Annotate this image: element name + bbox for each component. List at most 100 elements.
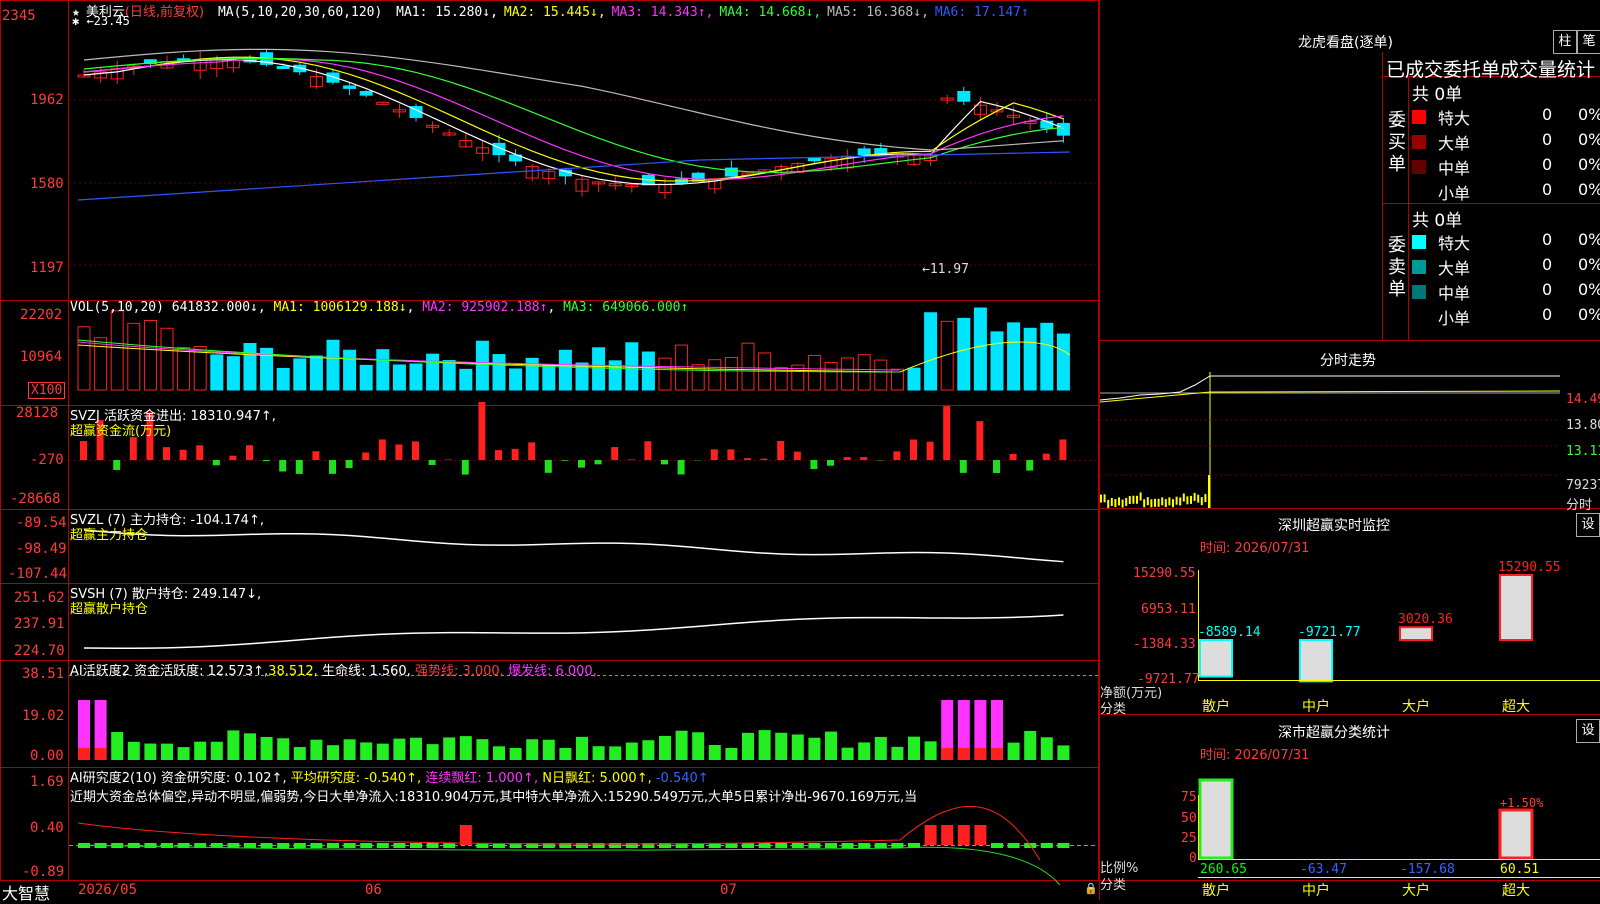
buy-label: 委买单 (1388, 110, 1408, 176)
svzj-bar-59 (1059, 439, 1066, 460)
sz-cat-3: 超大 (1502, 699, 1530, 715)
svzl-line (84, 530, 1063, 562)
vol-bar-38 (709, 360, 721, 390)
vol-bar-9 (227, 357, 239, 390)
intraday-vol-17 (1161, 497, 1163, 505)
ai-research-axis-1: 0.40 (30, 820, 64, 836)
intraday-vol-19 (1168, 497, 1170, 505)
ai-active-bar-45 (825, 732, 837, 760)
intraday-title[interactable]: 分时走势 (1320, 350, 1376, 370)
ai-research-bar-9 (227, 843, 239, 848)
vol-bar-55 (991, 332, 1003, 390)
ai-research-title[interactable]: AI研究度2(10) (70, 771, 157, 786)
vol-bar-7 (194, 347, 206, 390)
ai-active-bar-41 (759, 730, 771, 760)
sz-bar-label-0: -8589.14 (1198, 625, 1261, 640)
szc-axis-2: 25 (1181, 831, 1197, 846)
lhb-tabs[interactable]: 已成交委托单成交量统计 (1386, 55, 1600, 82)
ai-active-bar-33 (626, 743, 638, 760)
ai-active-red-1 (95, 748, 107, 760)
ai-research-bar-52 (941, 825, 953, 845)
candle-body-15 (327, 73, 339, 82)
svzj-bar-30 (578, 460, 585, 468)
ai-active-bar-34 (642, 740, 654, 760)
price-legend: ★美利云(日线,前复权) MA(5,10,20,30,60,120) MA1: … (72, 1, 1041, 20)
ai-active-bar-7 (194, 742, 206, 760)
sell-row-name-3: 小单 (1438, 305, 1470, 329)
vol-title[interactable]: VOL(5,10,20) (70, 300, 164, 315)
date-axis-0: 2026/05 (78, 882, 137, 898)
ai-active-red-54 (974, 748, 986, 760)
svzj-bar-5 (163, 447, 170, 460)
ma2-line (84, 57, 1063, 181)
sz-axis-0: 15290.55 (1133, 566, 1196, 581)
ai-research-bar-42 (775, 843, 787, 848)
vol-unit[interactable]: X100 (28, 382, 65, 399)
vol-legend: VOL(5,10,20) 641832.000↓, MA1: 1006129.1… (70, 300, 688, 315)
svzj-bar-19 (395, 444, 402, 460)
period-label[interactable]: (日线,前复权) (125, 5, 204, 20)
vol-bar-31 (593, 348, 605, 390)
ai-research-bar-59 (1057, 843, 1069, 848)
svzj-bar-12 (279, 460, 286, 471)
ai-active-axis-2: 0.00 (30, 748, 64, 764)
ai-active-bar-11 (261, 737, 273, 760)
vol-bar-4 (144, 320, 156, 390)
vol-bar-21 (427, 354, 439, 390)
intraday-vol-25 (1190, 496, 1192, 504)
vol-bar-14 (310, 356, 322, 390)
ai-active-bar-57 (1024, 731, 1036, 760)
intraday-vol-8 (1129, 496, 1131, 504)
svzj-bar-53 (960, 460, 967, 473)
ai-research-bar-53 (958, 825, 970, 845)
ai-research-bar-14 (310, 843, 322, 848)
high-marker: ✱ ←23.45 (72, 14, 130, 28)
svzj-bar-13 (296, 460, 303, 474)
vol-bar-1 (95, 338, 107, 390)
svzj-bar-36 (678, 460, 685, 474)
ai-active-bar-10 (244, 733, 256, 760)
ai-active-bar-49 (891, 747, 903, 760)
svzj-axis-1: -270 (30, 452, 64, 468)
ai-active-bar-26 (510, 748, 522, 760)
buy-row-count-2: 0 (1542, 155, 1552, 174)
sz-bar-label-3: 15290.55 (1498, 560, 1561, 575)
ai-research-bar-21 (427, 843, 439, 848)
vol-bar-26 (510, 369, 522, 390)
price-axis-0: 2345 (2, 8, 36, 24)
ai-active-title[interactable]: AI活跃度2 (70, 664, 130, 679)
intraday-vol-4 (1114, 499, 1116, 507)
sz-monitor-settings-button[interactable]: 设 (1576, 513, 1600, 537)
buy-row-name-1: 大单 (1438, 130, 1470, 154)
lock-icon[interactable]: 🔒 (1084, 882, 1098, 895)
ai-active-bar-40 (742, 733, 754, 760)
ai-active-red-0 (78, 748, 90, 760)
svzj-bar-25 (495, 450, 502, 460)
sz-xlabel: 分类 (1100, 698, 1126, 717)
tick-mode-button[interactable]: 笔 (1577, 30, 1600, 54)
bar-mode-button[interactable]: 柱 (1553, 30, 1577, 54)
brand-logo[interactable]: 大智慧 (2, 880, 50, 904)
ma-prefix: MA(5,10,20,30,60,120) (218, 5, 382, 20)
sz-bar-1 (1300, 640, 1332, 681)
szc-cat-3: 超大 (1502, 883, 1530, 899)
svzj-bar-34 (644, 441, 651, 460)
ai-active-red-52 (941, 748, 953, 760)
intraday-vol-14 (1150, 499, 1152, 507)
svzj-bar-14 (312, 451, 319, 460)
sz-class-settings-button[interactable]: 设 (1576, 719, 1600, 743)
svzj-bar-29 (561, 460, 568, 461)
ai-research-summary: 近期大资金总体偏空,异动不明显,偏弱势,今日大单净流入:18310.904万元,… (70, 786, 1098, 805)
ai-research-bar-58 (1041, 843, 1053, 848)
vol-ma2: MA2: 925902.188↑ (422, 300, 547, 315)
svzj-bar-3 (130, 437, 137, 460)
vol-bar-28 (543, 364, 555, 390)
candle-body-59 (1057, 123, 1069, 135)
svzj-axis-2: -28668 (10, 491, 61, 507)
intraday-vol-27 (1197, 495, 1199, 503)
svzj-bar-23 (462, 460, 469, 475)
ai-research-bar-22 (443, 843, 455, 848)
buy-row-swatch-2 (1412, 160, 1426, 174)
buy-row-name-0: 特大 (1438, 105, 1470, 129)
buy-row-swatch-1 (1412, 135, 1426, 149)
